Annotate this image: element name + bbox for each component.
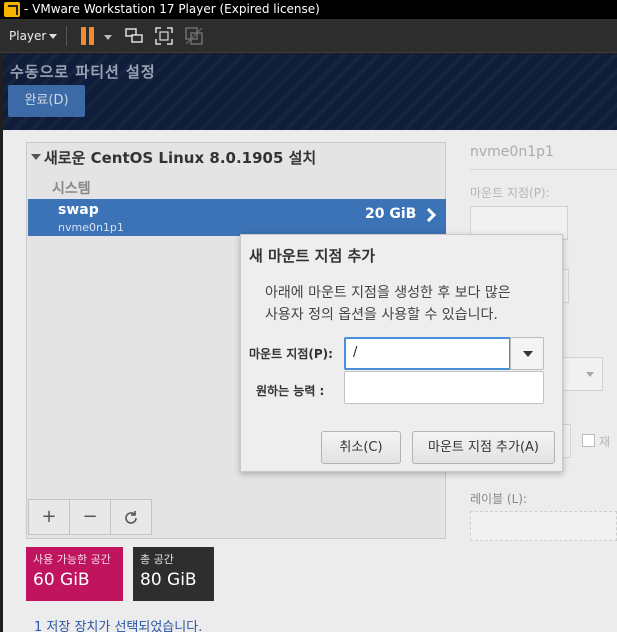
capacity-label: 원하는 능력 : <box>256 384 325 398</box>
mount-point-label: 마운트 지점(P): <box>470 186 550 200</box>
chevron-down-icon[interactable] <box>104 35 112 40</box>
system-section-label: 시스템 <box>52 181 91 197</box>
mount-point-dropdown-button[interactable] <box>510 337 544 370</box>
page-title: 수동으로 파티션 설정 <box>10 63 156 81</box>
add-mount-point-dialog: 새 마운트 지점 추가 아래에 마운트 지점을 생성한 후 보다 많은 사용자 … <box>240 234 563 472</box>
label-field-label: 레이블 (L): <box>470 492 528 506</box>
storage-devices-link[interactable]: 1 저장 장치가 선택되었습니다. <box>34 616 202 632</box>
remove-partition-button[interactable]: − <box>69 499 111 535</box>
available-space-box: 사용 가능한 공간 60 GiB <box>26 547 123 601</box>
available-space-value: 60 GiB <box>33 570 90 590</box>
partition-device: nvme0n1p1 <box>58 221 124 234</box>
dialog-title: 새 마운트 지점 추가 <box>249 247 376 265</box>
available-space-label: 사용 가능한 공간 <box>33 553 111 566</box>
installer-header: 수동으로 파티션 설정 완료(D) <box>3 54 617 130</box>
vmware-title-bar: - VMware Workstation 17 Player (Expired … <box>0 0 617 19</box>
add-partition-button[interactable]: + <box>28 499 70 535</box>
partition-name: swap <box>58 202 99 218</box>
fullscreen-icon[interactable] <box>155 27 173 45</box>
install-group-title[interactable]: 새로운 CentOS Linux 8.0.1905 설치 <box>44 147 316 168</box>
selected-device-title: nvme0n1p1 <box>470 144 554 160</box>
mount-point-input[interactable]: / <box>344 337 511 370</box>
dialog-description: 사용자 정의 옵션을 사용할 수 있습니다. <box>265 307 498 323</box>
refresh-button[interactable] <box>110 499 152 535</box>
total-space-value: 80 GiB <box>140 570 197 590</box>
cancel-button[interactable]: 취소(C) <box>321 431 401 464</box>
network-icon[interactable] <box>125 28 143 44</box>
expander-icon[interactable] <box>31 154 41 160</box>
chevron-right-icon <box>421 207 437 223</box>
add-mount-point-button[interactable]: 마운트 지점 추가(A) <box>412 431 555 464</box>
pause-icon[interactable] <box>80 27 96 45</box>
unity-icon <box>185 27 203 45</box>
toolbar-divider <box>66 26 67 46</box>
player-menu-button[interactable]: Player <box>9 27 46 45</box>
total-space-label: 총 공간 <box>140 553 174 566</box>
window-title: - VMware Workstation 17 Player (Expired … <box>24 2 320 16</box>
vmware-toolbar: Player <box>0 19 617 53</box>
divider <box>470 169 617 170</box>
label-field[interactable] <box>470 511 617 541</box>
dialog-description: 아래에 마운트 지점을 생성한 후 보다 많은 <box>265 285 511 301</box>
reformat-checkbox[interactable] <box>582 434 595 447</box>
mount-point-label: 마운트 지점(P): <box>249 347 333 361</box>
partition-row[interactable]: swap nvme0n1p1 20 GiB <box>28 199 446 236</box>
done-button[interactable]: 완료(D) <box>8 85 85 117</box>
refresh-icon <box>125 511 137 524</box>
capacity-input[interactable] <box>344 371 544 404</box>
vmware-logo-icon <box>4 2 20 17</box>
total-space-box: 총 공간 80 GiB <box>133 547 214 601</box>
partition-actions: + − <box>28 499 158 535</box>
partition-size: 20 GiB <box>365 206 417 222</box>
reformat-label: 재 <box>599 435 611 449</box>
chevron-down-icon[interactable] <box>49 34 57 39</box>
